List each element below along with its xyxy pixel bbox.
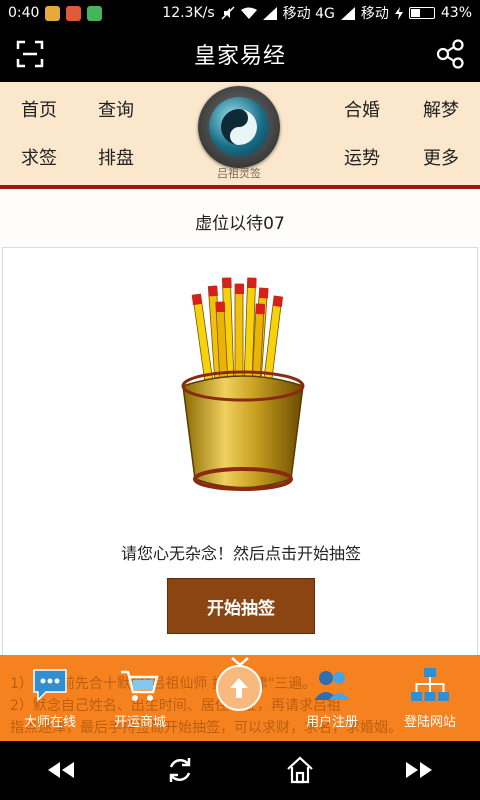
nav-item-chart[interactable]: 排盘 [98, 144, 134, 170]
scroll-top-button[interactable] [216, 665, 262, 711]
signal-icon [340, 6, 355, 20]
cart-icon [121, 670, 159, 701]
app-title: 皇家易经 [193, 44, 286, 69]
arrow-up-icon [230, 678, 248, 698]
content-header: 虚位以待07 [195, 214, 285, 234]
instruction-text: 请您心无杂念！然后点击开始抽签 [120, 544, 361, 563]
users-icon [314, 671, 350, 700]
login-site-label: 登陆网站 [403, 715, 456, 730]
carrier-1: 移动 4G [282, 6, 335, 22]
battery-percent: 43% [440, 5, 472, 21]
forward-button[interactable] [404, 755, 434, 785]
draw-panel: 请您心无杂念！然后点击开始抽签 开始抽签 [2, 247, 478, 667]
mute-icon [221, 6, 235, 20]
fast-forward-icon [406, 762, 432, 778]
nav-item-dream[interactable]: 解梦 [423, 96, 459, 122]
register-label: 用户注册 [305, 715, 358, 730]
main-nav: 首页 查询 合婚 解梦 求签 排盘 运势 更多 吕祖灵签 [0, 82, 480, 185]
yin-yang-icon [221, 109, 257, 145]
start-draw-button[interactable]: 开始抽签 [167, 578, 315, 634]
status-bar: 0:40 12.3K/s 移动 4G 移动 43% [0, 0, 480, 26]
home-icon [287, 756, 313, 784]
shop-label: 开运商城 [113, 715, 166, 730]
network-speed: 12.3K/s [162, 5, 215, 21]
back-button[interactable] [46, 755, 76, 785]
nav-item-more[interactable]: 更多 [423, 144, 459, 170]
notification-app-icon [66, 5, 82, 21]
signal-icon [262, 6, 277, 20]
refresh-icon [169, 758, 191, 782]
scan-icon [16, 40, 44, 68]
network-icon [411, 668, 449, 701]
refresh-button[interactable] [165, 755, 195, 785]
main-content: 虚位以待07 请您心无杂念！然后点击开始抽签 开始抽签 [0, 189, 480, 667]
lottery-tube-image [181, 277, 305, 491]
scan-button[interactable] [14, 38, 46, 70]
register-button[interactable]: 用户注册 [282, 663, 382, 730]
carrier-2: 移动 [360, 6, 389, 22]
notification-app-icon [87, 5, 103, 21]
battery-icon [408, 7, 435, 19]
wifi-icon [240, 7, 257, 19]
status-time: 0:40 [8, 5, 40, 21]
master-online-label: 大师在线 [23, 715, 76, 730]
nav-item-query[interactable]: 查询 [98, 96, 134, 122]
system-nav-bar [0, 741, 480, 800]
login-site-button[interactable]: 登陆网站 [380, 663, 480, 730]
logo-caption: 吕祖灵签 [217, 167, 261, 180]
charging-icon [394, 6, 403, 20]
chat-icon [33, 669, 67, 702]
bottom-toolbar: 1）抽签前先合十默念"吕祖仙师 指点迷津"三遍。 2）默念自己姓名、出生时间、居… [0, 655, 480, 741]
nav-item-home[interactable]: 首页 [21, 96, 57, 122]
master-online-button[interactable]: 大师在线 [0, 663, 100, 730]
home-button[interactable] [285, 755, 315, 785]
share-button[interactable] [434, 38, 466, 70]
nav-item-divination[interactable]: 求签 [21, 144, 57, 170]
nav-item-fortune[interactable]: 运势 [344, 144, 380, 170]
title-bar: 皇家易经 [0, 26, 480, 82]
notification-app-icon [45, 5, 61, 21]
nav-item-marriage[interactable]: 合婚 [344, 96, 380, 122]
shop-button[interactable]: 开运商城 [90, 663, 190, 730]
rewind-icon [48, 762, 74, 778]
lvzu-logo[interactable] [198, 86, 280, 168]
share-icon [436, 39, 464, 69]
